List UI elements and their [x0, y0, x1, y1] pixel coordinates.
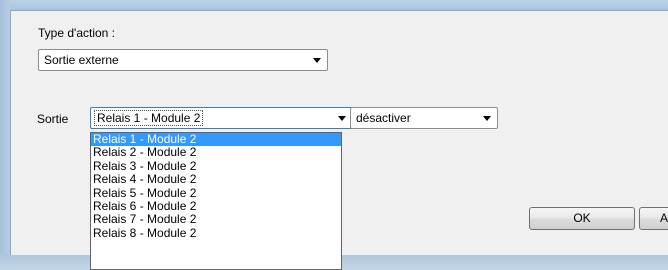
- window-frame-top: [0, 0, 668, 10]
- sortie-label: Sortie: [37, 112, 69, 126]
- dropdown-option[interactable]: Relais 5 - Module 2: [91, 186, 341, 200]
- dropdown-option[interactable]: Relais 1 - Module 2: [91, 133, 341, 147]
- action-type-select[interactable]: Sortie externe: [38, 49, 328, 71]
- chevron-down-icon: [338, 116, 346, 121]
- action-type-value: Sortie externe: [44, 53, 119, 67]
- dropdown-option[interactable]: Relais 4 - Module 2: [91, 172, 341, 186]
- sortie-select[interactable]: Relais 1 - Module 2: [90, 107, 353, 129]
- dropdown-option[interactable]: Relais 2 - Module 2: [91, 145, 341, 159]
- dropdown-option[interactable]: Relais 8 - Module 2: [91, 226, 341, 240]
- state-value: désactiver: [356, 111, 411, 125]
- second-button[interactable]: A: [639, 207, 668, 230]
- action-type-label: Type d'action :: [38, 26, 116, 40]
- chevron-down-icon: [313, 58, 321, 63]
- ok-button[interactable]: OK: [529, 207, 635, 230]
- sortie-dropdown-list[interactable]: Relais 1 - Module 2 Relais 2 - Module 2 …: [90, 132, 342, 270]
- state-select[interactable]: désactiver: [350, 107, 498, 129]
- dropdown-option[interactable]: Relais 3 - Module 2: [91, 159, 341, 173]
- window-frame-left: [0, 0, 10, 270]
- dropdown-option[interactable]: Relais 7 - Module 2: [91, 212, 341, 226]
- dropdown-option[interactable]: Relais 6 - Module 2: [91, 199, 341, 213]
- chevron-down-icon: [483, 116, 491, 121]
- sortie-value: Relais 1 - Module 2: [94, 110, 204, 126]
